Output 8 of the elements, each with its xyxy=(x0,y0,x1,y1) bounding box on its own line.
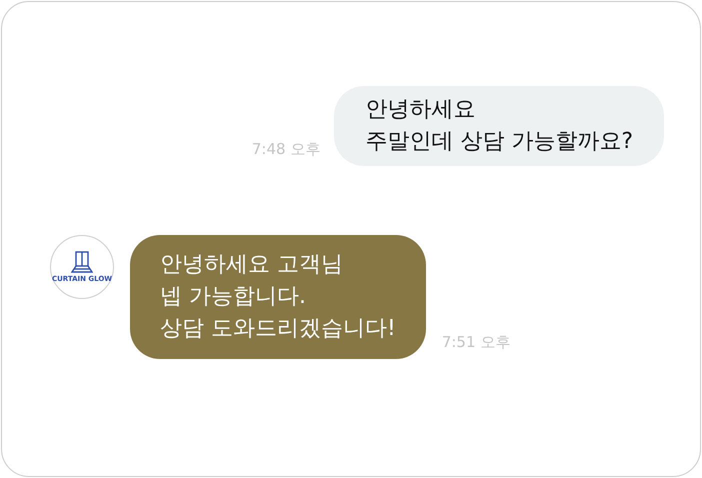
window-icon xyxy=(71,251,93,273)
message-time: 7:51 오후 xyxy=(442,332,510,352)
message-text: 넵 가능합니다. xyxy=(160,283,307,311)
message-text: 안녕하세요 xyxy=(365,96,476,124)
message-text: 상담 도와드리겠습니다! xyxy=(160,315,396,343)
message-text: 주말인데 상담 가능할까요? xyxy=(365,128,633,156)
message-time: 7:48 오후 xyxy=(252,138,320,160)
message-text: 안녕하세요 고객님 xyxy=(160,251,344,279)
